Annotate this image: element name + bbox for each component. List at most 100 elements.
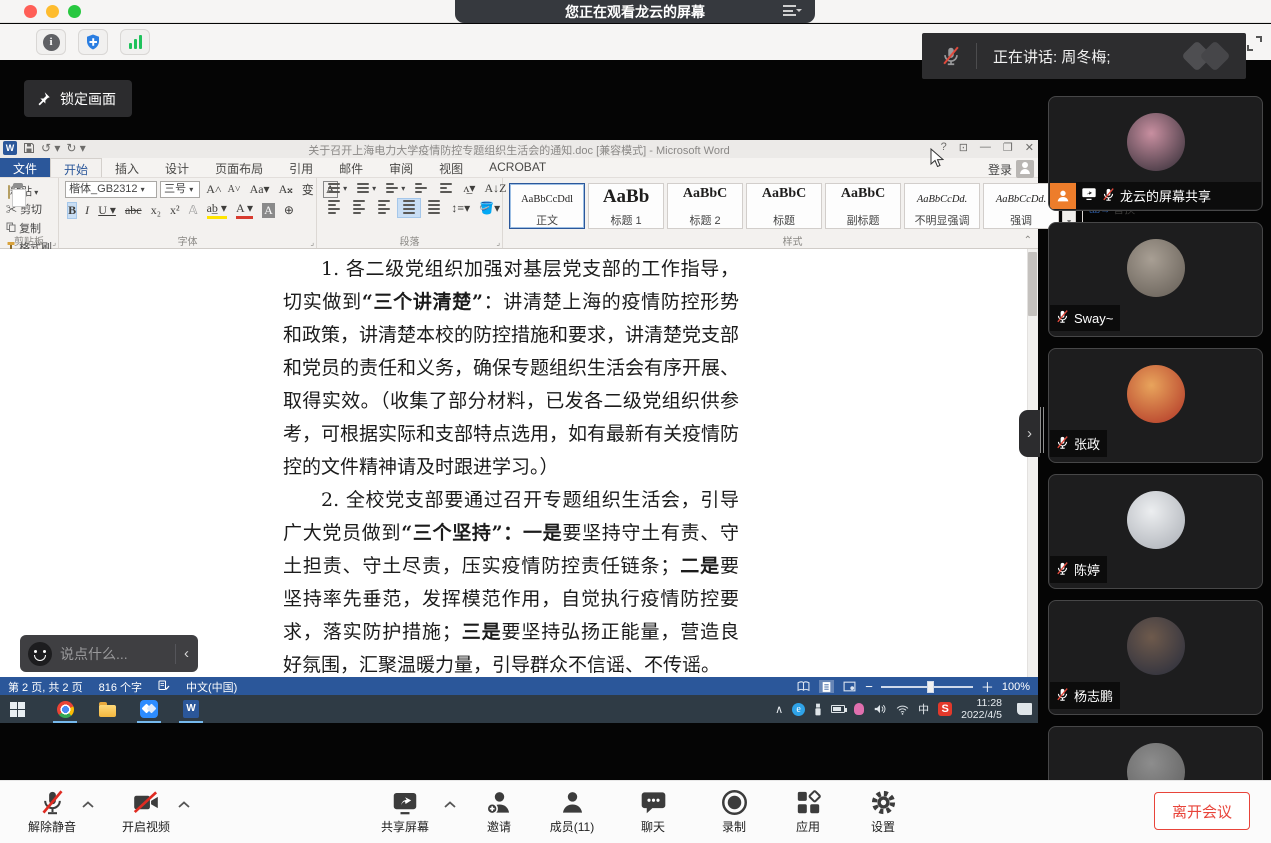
- style-item-标题 2[interactable]: AaBbC标题 2: [667, 183, 743, 229]
- paste-button[interactable]: 粘贴 ▾: [8, 183, 38, 199]
- align-right-icon[interactable]: [373, 199, 395, 217]
- tray-sogou-icon[interactable]: S: [938, 702, 952, 716]
- quick-chat-pill[interactable]: 说点什么... ‹: [20, 635, 198, 672]
- tray-ime-indicator[interactable]: 中: [918, 701, 929, 717]
- enclose-characters-icon[interactable]: ⊕: [284, 203, 294, 218]
- zoom-in-icon[interactable]: ＋: [981, 677, 994, 696]
- tray-browser-icon[interactable]: e: [792, 703, 805, 716]
- word-tab-视图[interactable]: 视图: [426, 158, 476, 177]
- participant-tile-杨志鹏[interactable]: 杨志鹏: [1048, 600, 1263, 715]
- number-list-icon[interactable]: ▾: [352, 181, 378, 195]
- taskbar-word[interactable]: W: [174, 695, 208, 723]
- start-video-button[interactable]: 开启视频: [114, 789, 178, 835]
- tray-usb-icon[interactable]: [814, 703, 822, 716]
- style-item-副标题[interactable]: AaBbC副标题: [825, 183, 901, 229]
- sidebar-expand-handle[interactable]: ›: [1019, 410, 1040, 457]
- clipboard-dialog-launcher[interactable]: ⌟: [52, 238, 56, 247]
- shading-icon[interactable]: 🪣▾: [479, 201, 500, 216]
- word-tab-ACROBAT[interactable]: ACROBAT: [476, 158, 559, 177]
- font-dialog-launcher[interactable]: ⌟: [310, 238, 314, 247]
- network-stats-button[interactable]: [120, 29, 150, 55]
- word-count[interactable]: 816 个字: [99, 679, 142, 695]
- font-name-select[interactable]: 楷体_GB2312 ▾: [65, 181, 157, 198]
- word-restore-icon[interactable]: ❐: [1003, 141, 1013, 154]
- zoom-slider[interactable]: [881, 681, 973, 693]
- style-item-标题[interactable]: AaBbC标题: [746, 183, 822, 229]
- word-tab-文件[interactable]: 文件: [0, 158, 50, 177]
- subscript-button[interactable]: x₂: [151, 203, 161, 218]
- members-button[interactable]: 成员(11): [540, 789, 604, 835]
- chat-input-placeholder[interactable]: 说点什么...: [60, 644, 175, 664]
- read-mode-icon[interactable]: [796, 680, 811, 693]
- font-size-select[interactable]: 三号 ▾: [160, 181, 200, 198]
- language-indicator[interactable]: 中文(中国): [186, 679, 237, 695]
- word-tab-页面布局[interactable]: 页面布局: [202, 158, 276, 177]
- change-case-icon[interactable]: Aa▾: [250, 182, 270, 197]
- increase-indent-icon[interactable]: [435, 181, 457, 195]
- word-tab-设计[interactable]: 设计: [152, 158, 202, 177]
- tray-battery-icon[interactable]: [831, 705, 845, 713]
- align-center-icon[interactable]: [348, 199, 370, 217]
- participant-tile-Sway~[interactable]: Sway~: [1048, 222, 1263, 337]
- word-minimize-icon[interactable]: —: [980, 141, 991, 154]
- meeting-info-button[interactable]: i: [36, 29, 66, 55]
- tray-expand-icon[interactable]: ∧: [775, 703, 783, 716]
- paragraph-dialog-launcher[interactable]: ⌟: [496, 238, 500, 247]
- action-center-icon[interactable]: [1017, 703, 1032, 715]
- sidebar-scrollbar[interactable]: [1040, 407, 1044, 453]
- banner-menu-icon[interactable]: [783, 5, 799, 17]
- superscript-button[interactable]: x²: [170, 203, 180, 218]
- start-button[interactable]: [0, 695, 34, 723]
- zoom-level[interactable]: 100%: [1002, 681, 1030, 693]
- zoom-out-icon[interactable]: −: [865, 679, 873, 694]
- decrease-indent-icon[interactable]: [410, 181, 432, 195]
- leave-meeting-button[interactable]: 离开会议: [1154, 792, 1250, 830]
- fullscreen-toggle-icon[interactable]: [1247, 36, 1262, 51]
- word-account-avatar[interactable]: [1016, 160, 1034, 178]
- lock-view-button[interactable]: 锁定画面: [24, 80, 132, 117]
- word-signin-link[interactable]: 登录: [988, 161, 1012, 178]
- tray-volume-icon[interactable]: [873, 703, 887, 715]
- bold-button[interactable]: B: [68, 203, 76, 218]
- multilevel-list-icon[interactable]: ▾: [381, 181, 407, 195]
- emoji-icon[interactable]: [28, 642, 52, 666]
- strikethrough-button[interactable]: abc: [125, 203, 142, 218]
- highlight-color-button[interactable]: ab̲ ▾: [207, 201, 227, 219]
- share-options-chevron[interactable]: [444, 801, 456, 809]
- taskbar-clock[interactable]: 11:28 2022/4/5: [961, 697, 1002, 721]
- share-screen-button[interactable]: 共享屏幕: [373, 789, 437, 835]
- distribute-icon[interactable]: [423, 199, 445, 217]
- style-item-不明显强调[interactable]: AaBbCcDd.不明显强调: [904, 183, 980, 229]
- word-document-area[interactable]: 1. 各二级党组织加强对基层党支部的工作指导，切实做到“三个讲清楚”：讲清楚上海…: [0, 249, 1038, 677]
- word-tab-插入[interactable]: 插入: [102, 158, 152, 177]
- collapse-chat-icon[interactable]: ‹: [184, 645, 189, 662]
- word-close-icon[interactable]: ✕: [1025, 141, 1034, 154]
- taskbar-explorer[interactable]: [90, 695, 124, 723]
- word-tab-引用[interactable]: 引用: [276, 158, 326, 177]
- align-left-icon[interactable]: [323, 199, 345, 217]
- word-tab-邮件[interactable]: 邮件: [326, 158, 376, 177]
- phonetic-guide-icon[interactable]: 变: [302, 181, 314, 198]
- print-layout-icon[interactable]: [819, 680, 834, 693]
- settings-button[interactable]: 设置: [851, 789, 915, 835]
- collapse-ribbon-icon[interactable]: ⌃: [1024, 235, 1032, 246]
- tray-penguin-icon[interactable]: [854, 703, 864, 715]
- web-layout-icon[interactable]: [842, 680, 857, 693]
- line-spacing-icon[interactable]: ↕≡▾: [451, 201, 470, 216]
- style-item-正文[interactable]: AaBbCcDdl正文: [509, 183, 585, 229]
- proofing-icon[interactable]: [158, 680, 170, 694]
- clear-formatting-icon[interactable]: A𝄪: [279, 182, 293, 197]
- page-indicator[interactable]: 第 2 页, 共 2 页: [8, 679, 83, 695]
- participant-tile-partial[interactable]: [1048, 726, 1263, 780]
- word-vertical-scrollbar[interactable]: [1027, 249, 1038, 677]
- bullet-list-icon[interactable]: ▾: [323, 181, 349, 195]
- chat-button[interactable]: 聊天: [621, 789, 685, 835]
- italic-button[interactable]: I: [85, 203, 89, 218]
- word-tab-开始[interactable]: 开始: [50, 158, 102, 177]
- apps-button[interactable]: 应用: [776, 789, 840, 835]
- mic-options-chevron[interactable]: [82, 801, 94, 809]
- participant-tile-龙云的屏幕共享[interactable]: 龙云的屏幕共享: [1048, 96, 1263, 211]
- text-effects-icon[interactable]: 𝔸: [189, 203, 198, 218]
- record-button[interactable]: 录制: [702, 789, 766, 835]
- unmute-button[interactable]: 解除静音: [20, 789, 84, 835]
